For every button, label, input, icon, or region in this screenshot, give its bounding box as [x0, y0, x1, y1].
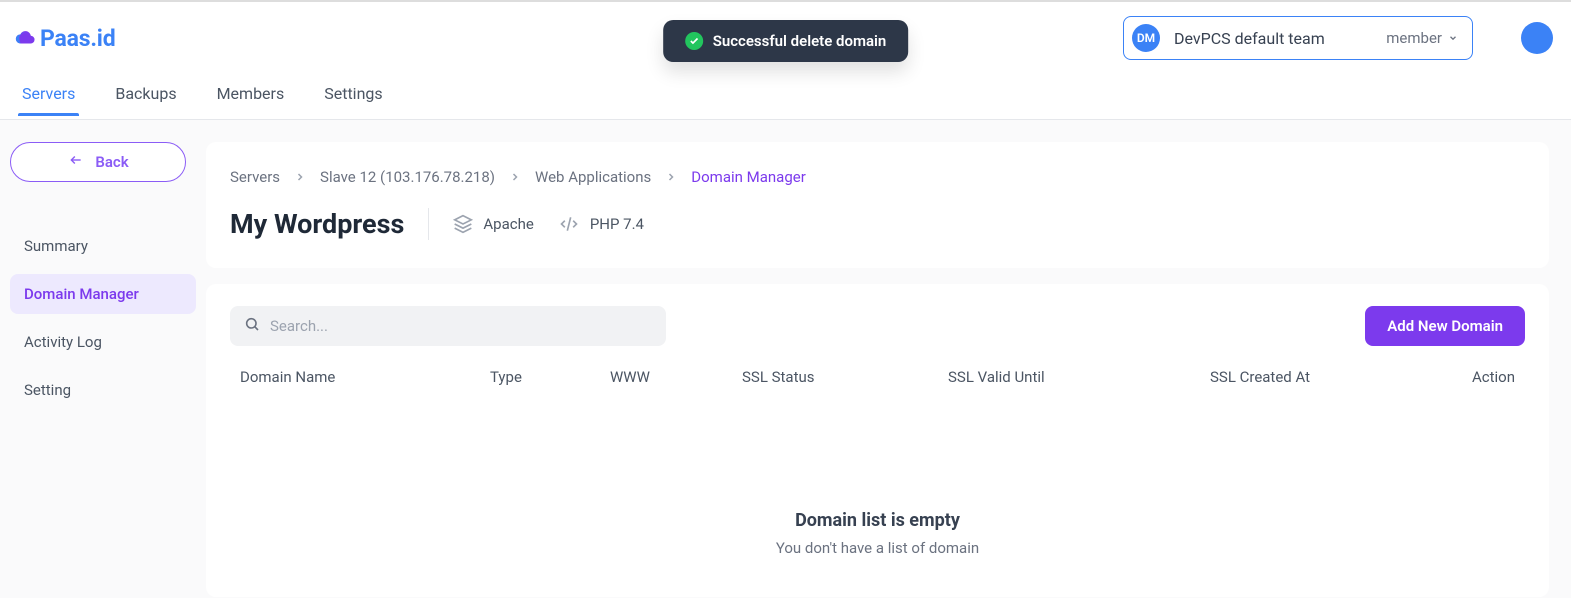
- server-type: Apache: [453, 214, 533, 234]
- divider: [428, 208, 429, 240]
- toast-message: Successful delete domain: [713, 32, 887, 50]
- search-icon: [244, 316, 260, 336]
- brand-logo[interactable]: Paas.id: [14, 25, 115, 52]
- empty-subtitle: You don't have a list of domain: [230, 539, 1525, 557]
- user-avatar[interactable]: [1521, 22, 1553, 54]
- main-tabs: Servers Backups Members Settings: [0, 74, 1571, 120]
- chevron-right-icon: [665, 171, 677, 183]
- sidenav-summary[interactable]: Summary: [10, 226, 196, 266]
- page-title: My Wordpress: [230, 208, 404, 240]
- crumb-web-applications[interactable]: Web Applications: [535, 168, 651, 186]
- cloud-icon: [14, 27, 36, 49]
- tab-settings[interactable]: Settings: [320, 74, 386, 116]
- col-ssl-valid: SSL Valid Until: [948, 368, 1210, 386]
- team-name: DevPCS default team: [1174, 29, 1325, 48]
- crumb-server-instance[interactable]: Slave 12 (103.176.78.218): [320, 168, 495, 186]
- tab-members[interactable]: Members: [213, 74, 289, 116]
- sidenav-activity-log[interactable]: Activity Log: [10, 322, 196, 362]
- empty-state: Domain list is empty You don't have a li…: [230, 510, 1525, 557]
- content: Servers Slave 12 (103.176.78.218) Web Ap…: [206, 120, 1571, 598]
- col-www: WWW: [610, 368, 742, 386]
- add-domain-button[interactable]: Add New Domain: [1365, 306, 1525, 346]
- header-card: Servers Slave 12 (103.176.78.218) Web Ap…: [206, 142, 1549, 268]
- back-label: Back: [95, 153, 128, 171]
- team-selector[interactable]: DM DevPCS default team member: [1123, 16, 1473, 60]
- sidenav-domain-manager[interactable]: Domain Manager: [10, 274, 196, 314]
- side-nav: Summary Domain Manager Activity Log Sett…: [10, 226, 196, 410]
- chevron-right-icon: [294, 171, 306, 183]
- topbar: Paas.id Successful delete domain DM DevP…: [0, 0, 1571, 74]
- col-type: Type: [490, 368, 610, 386]
- arrow-left-icon: [67, 153, 85, 171]
- team-badge: DM: [1132, 24, 1160, 52]
- crumb-servers[interactable]: Servers: [230, 168, 280, 186]
- col-action: Action: [1425, 368, 1515, 386]
- check-circle-icon: [685, 32, 703, 50]
- breadcrumb: Servers Slave 12 (103.176.78.218) Web Ap…: [230, 168, 1525, 186]
- empty-title: Domain list is empty: [230, 510, 1525, 531]
- sidebar: Back Summary Domain Manager Activity Log…: [0, 120, 206, 598]
- col-ssl-created: SSL Created At: [1210, 368, 1425, 386]
- chevron-down-icon: [1448, 29, 1458, 47]
- team-role: member: [1386, 29, 1458, 47]
- code-icon: [558, 214, 580, 234]
- chevron-right-icon: [509, 171, 521, 183]
- col-ssl-status: SSL Status: [742, 368, 948, 386]
- toast-notification: Successful delete domain: [663, 20, 909, 62]
- table-header: Domain Name Type WWW SSL Status SSL Vali…: [230, 368, 1525, 400]
- php-version: PHP 7.4: [558, 214, 644, 234]
- crumb-domain-manager: Domain Manager: [691, 168, 806, 186]
- back-button[interactable]: Back: [10, 142, 186, 182]
- tab-backups[interactable]: Backups: [111, 74, 180, 116]
- table-card: Add New Domain Domain Name Type WWW SSL …: [206, 284, 1549, 597]
- col-domain-name: Domain Name: [240, 368, 490, 386]
- search-input-wrap[interactable]: [230, 306, 666, 346]
- brand-text: Paas.id: [40, 25, 115, 52]
- sidenav-setting[interactable]: Setting: [10, 370, 196, 410]
- search-input[interactable]: [270, 317, 652, 335]
- layers-icon: [453, 214, 473, 234]
- tab-servers[interactable]: Servers: [18, 74, 79, 116]
